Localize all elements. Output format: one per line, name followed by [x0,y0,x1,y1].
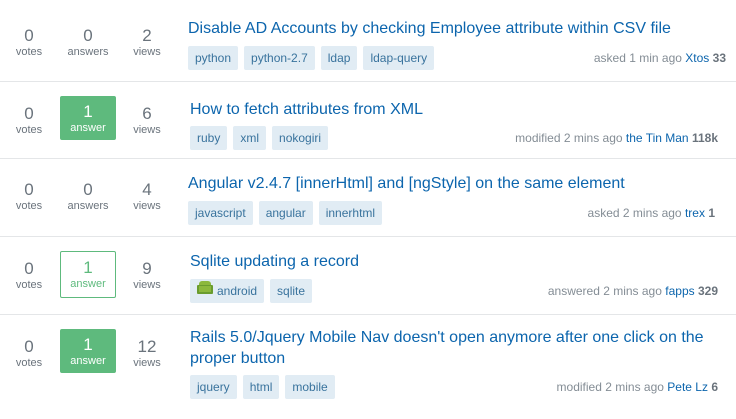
question-stats: 0 votes 1 answer 6 views [0,82,180,158]
tag-nokogiri[interactable]: nokogiri [272,126,329,150]
question-stats: 0 votes 1 answer 12 views [0,315,180,413]
tag-jquery[interactable]: jquery [190,375,237,399]
user-link[interactable]: trex [685,206,705,220]
activity-text: asked 2 mins ago [587,206,682,220]
question-stats: 0 votes 1 answer 9 views [0,237,180,314]
activity-text: asked 1 min ago [593,51,682,65]
answer-count-accepted: 1 answer [60,96,116,140]
tag-mobile[interactable]: mobile [285,375,335,399]
activity-text: modified 2 mins ago [515,131,623,145]
tag-xml[interactable]: xml [233,126,267,150]
question-summary: 0 votes 1 answer 12 views Rails 5.0/Jque… [0,315,736,413]
reputation-score: 1 [708,206,715,220]
activity-text: modified 2 mins ago [556,380,664,394]
reputation-score: 329 [697,284,718,298]
tag-innerhtml[interactable]: innerhtml [318,201,383,225]
tag-list: ruby xml nokogiri [190,126,334,150]
user-link[interactable]: fapps [665,284,694,298]
vote-count: 0 votes [15,104,43,136]
tag-list: jquery html mobile [190,375,341,399]
tag-sqlite[interactable]: sqlite [270,279,313,303]
tag-list: android sqlite [190,279,318,303]
answer-count: 0 answers [67,180,109,212]
question-title-link[interactable]: Rails 5.0/Jquery Mobile Nav doesn't open… [190,327,720,369]
vote-count: 0 votes [15,180,43,212]
question-meta: modified 2 mins ago Pete Lz 6 [557,379,718,395]
answer-count-answered: 1 answer [60,251,116,298]
question-meta: modified 2 mins ago the Tin Man 118k [515,130,718,146]
tag-angular[interactable]: angular [258,201,313,225]
user-link[interactable]: the Tin Man [626,131,689,145]
vote-count: 0 votes [15,26,43,58]
answer-count: 0 answers [67,26,109,58]
view-count: 2 views [133,26,161,58]
question-list: 0 votes 0 answers 2 views Disable AD Acc… [0,0,736,413]
android-icon [197,278,213,302]
answer-count-accepted: 1 answer [60,329,116,373]
tag-ruby[interactable]: ruby [190,126,228,150]
activity-text: answered 2 mins ago [547,284,662,298]
question-title-link[interactable]: Disable AD Accounts by checking Employee… [188,18,671,39]
user-link[interactable]: Xtos [685,51,709,65]
tag-html[interactable]: html [242,375,280,399]
tag-ldap-query[interactable]: ldap-query [363,46,435,70]
reputation-score: 118k [691,131,718,145]
tag-list: python python-2.7 ldap ldap-query [188,46,440,70]
reputation-score: 33 [712,51,726,65]
vote-count: 0 votes [15,337,43,369]
tag-list: javascript angular innerhtml [188,201,388,225]
question-stats: 0 votes 0 answers 4 views [0,159,180,236]
question-summary: 0 votes 1 answer 9 views Sqlite updating… [0,237,736,315]
user-link[interactable]: Pete Lz [667,380,708,394]
tag-python-2-7[interactable]: python-2.7 [244,46,315,70]
title-line: Rails 5.0/Jquery Mobile Nav doesn't open… [190,329,704,346]
tag-ldap[interactable]: ldap [320,46,358,70]
tag-android[interactable]: android [190,278,265,303]
question-stats: 0 votes 0 answers 2 views [0,0,180,81]
question-summary: 0 votes 0 answers 4 views Angular v2.4.7… [0,159,736,237]
question-meta: answered 2 mins ago fapps 329 [548,283,718,299]
vote-count: 0 votes [15,259,43,291]
question-summary: 0 votes 0 answers 2 views Disable AD Acc… [0,0,736,82]
question-title-link[interactable]: Angular v2.4.7 [innerHtml] and [ngStyle]… [188,173,625,194]
tag-label: android [217,284,258,298]
view-count: 6 views [133,104,161,136]
tag-python[interactable]: python [188,46,239,70]
title-line: proper button [190,350,286,367]
tag-javascript[interactable]: javascript [188,201,253,225]
view-count: 9 views [133,259,161,291]
question-meta: asked 2 mins ago trex 1 [588,205,715,221]
view-count: 12 views [133,337,161,369]
reputation-score: 6 [711,380,718,394]
question-title-link[interactable]: How to fetch attributes from XML [190,99,423,120]
question-title-link[interactable]: Sqlite updating a record [190,251,359,272]
question-summary: 0 votes 1 answer 6 views How to fetch at… [0,82,736,159]
question-meta: asked 1 min ago Xtos 33 [594,50,726,66]
view-count: 4 views [133,180,161,212]
